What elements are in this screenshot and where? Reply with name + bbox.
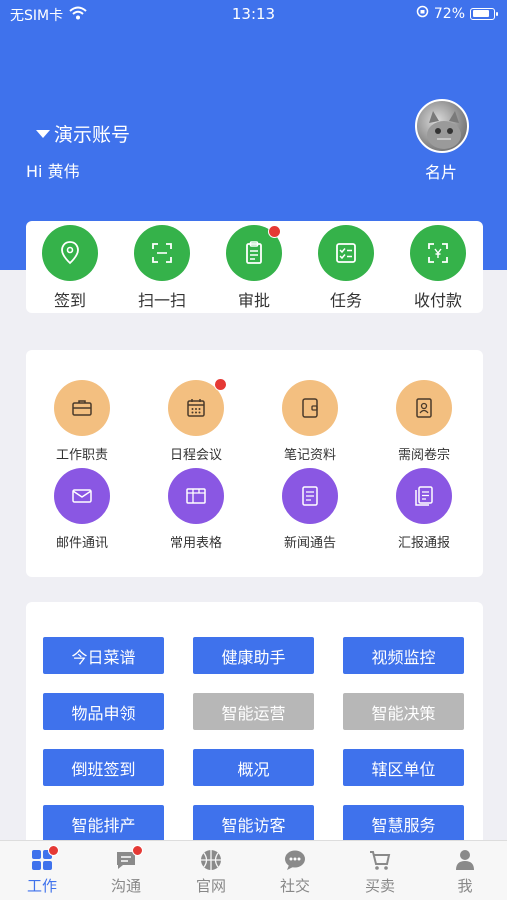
notification-badge [132, 845, 143, 856]
tab-label: 买卖 [364, 877, 395, 895]
tab-label: 我 [457, 877, 473, 895]
quick-action-payment[interactable]: 收付款 [398, 225, 478, 311]
payment-icon [410, 225, 466, 281]
quick-action-label: 扫一扫 [137, 291, 186, 310]
module-label: 新闻通告 [283, 536, 336, 551]
function-button-requisition[interactable]: 物品申领 [43, 693, 164, 730]
tab-bar: 工作 沟通 官网 社交 买卖 我 [0, 840, 507, 900]
caret-down-icon [36, 129, 50, 138]
account-switcher[interactable]: 演示账号 [36, 120, 130, 147]
module-label: 工作职责 [55, 448, 108, 463]
tab-label: 官网 [195, 877, 226, 895]
module-notes[interactable]: 笔记资料 [260, 380, 360, 463]
report-icon [396, 468, 452, 524]
function-button-services[interactable]: 智慧服务 [343, 805, 464, 842]
module-news[interactable]: 新闻通告 [260, 468, 360, 551]
function-button-scheduling[interactable]: 智能排产 [43, 805, 164, 842]
business-card-link[interactable]: 名片 [425, 159, 457, 183]
dossier-icon [396, 380, 452, 436]
module-grid-card: 工作职责 日程会议 笔记资料 需阅卷宗 邮件通讯 常用表格 新闻通告 汇报通报 [26, 350, 483, 577]
quick-action-label: 任务 [329, 291, 362, 310]
tab-label: 沟通 [110, 877, 141, 895]
quick-action-label: 签到 [53, 291, 86, 310]
greeting-text: Hi 黄伟 [26, 162, 80, 181]
function-button-decision[interactable]: 智能决策 [343, 693, 464, 730]
checklist-icon [318, 225, 374, 281]
module-schedule[interactable]: 日程会议 [146, 378, 246, 463]
function-button-operations[interactable]: 智能运营 [193, 693, 314, 730]
scan-icon [134, 225, 190, 281]
function-button-shift-checkin[interactable]: 倒班签到 [43, 749, 164, 786]
function-button-video[interactable]: 视频监控 [343, 637, 464, 674]
mail-icon [54, 468, 110, 524]
notebook-icon [282, 380, 338, 436]
notification-badge [48, 845, 59, 856]
module-label: 邮件通讯 [55, 536, 108, 551]
avatar[interactable] [415, 99, 469, 153]
status-bar: 无SIM卡 13:13 72% [0, 0, 507, 30]
function-button-menu[interactable]: 今日菜谱 [43, 637, 164, 674]
module-label: 日程会议 [169, 448, 222, 463]
quick-action-tasks[interactable]: 任务 [306, 225, 386, 311]
location-pin-icon [42, 225, 98, 281]
tab-communicate[interactable]: 沟通 [84, 845, 168, 896]
module-label: 需阅卷宗 [397, 448, 450, 463]
module-label: 笔记资料 [283, 448, 336, 463]
quick-action-scan[interactable]: 扫一扫 [122, 225, 202, 311]
speech-bubble-icon [283, 848, 307, 872]
news-icon [282, 468, 338, 524]
module-work-duties[interactable]: 工作职责 [32, 380, 132, 463]
function-button-health[interactable]: 健康助手 [193, 637, 314, 674]
quick-action-label: 收付款 [413, 291, 462, 310]
tab-work[interactable]: 工作 [0, 845, 84, 896]
module-label: 常用表格 [169, 536, 222, 551]
tab-website[interactable]: 官网 [169, 848, 253, 896]
chat-icon [114, 845, 143, 872]
quick-action-label: 审批 [237, 291, 270, 310]
module-label: 汇报通报 [397, 536, 450, 551]
grid-icon [30, 845, 59, 872]
briefcase-icon [54, 380, 110, 436]
tab-label: 工作 [26, 877, 57, 895]
table-icon [168, 468, 224, 524]
user-icon [453, 848, 477, 872]
module-mail[interactable]: 邮件通讯 [32, 468, 132, 551]
function-buttons-card: 今日菜谱 健康助手 视频监控 物品申领 智能运营 智能决策 倒班签到 概况 辖区… [26, 602, 483, 852]
tab-label: 社交 [279, 877, 310, 895]
battery-icon [470, 7, 498, 20]
module-reports[interactable]: 汇报通报 [374, 468, 474, 551]
function-button-visitors[interactable]: 智能访客 [193, 805, 314, 842]
battery-percent: 72% [433, 5, 465, 22]
function-button-units[interactable]: 辖区单位 [343, 749, 464, 786]
quick-action-checkin[interactable]: 签到 [30, 225, 110, 311]
quick-actions-card: 签到 扫一扫 审批 任务 收付款 [26, 221, 483, 313]
notification-badge [214, 378, 227, 391]
quick-action-approval[interactable]: 审批 [214, 225, 294, 311]
module-forms[interactable]: 常用表格 [146, 468, 246, 551]
notification-badge [268, 225, 281, 238]
module-dossier[interactable]: 需阅卷宗 [374, 380, 474, 463]
cart-icon [368, 848, 392, 872]
function-button-overview[interactable]: 概况 [193, 749, 314, 786]
tab-social[interactable]: 社交 [253, 848, 337, 896]
tab-me[interactable]: 我 [423, 848, 507, 896]
account-name: 演示账号 [54, 124, 131, 146]
basketball-icon [199, 848, 223, 872]
tab-trade[interactable]: 买卖 [338, 848, 422, 896]
orientation-lock-icon [416, 5, 429, 22]
